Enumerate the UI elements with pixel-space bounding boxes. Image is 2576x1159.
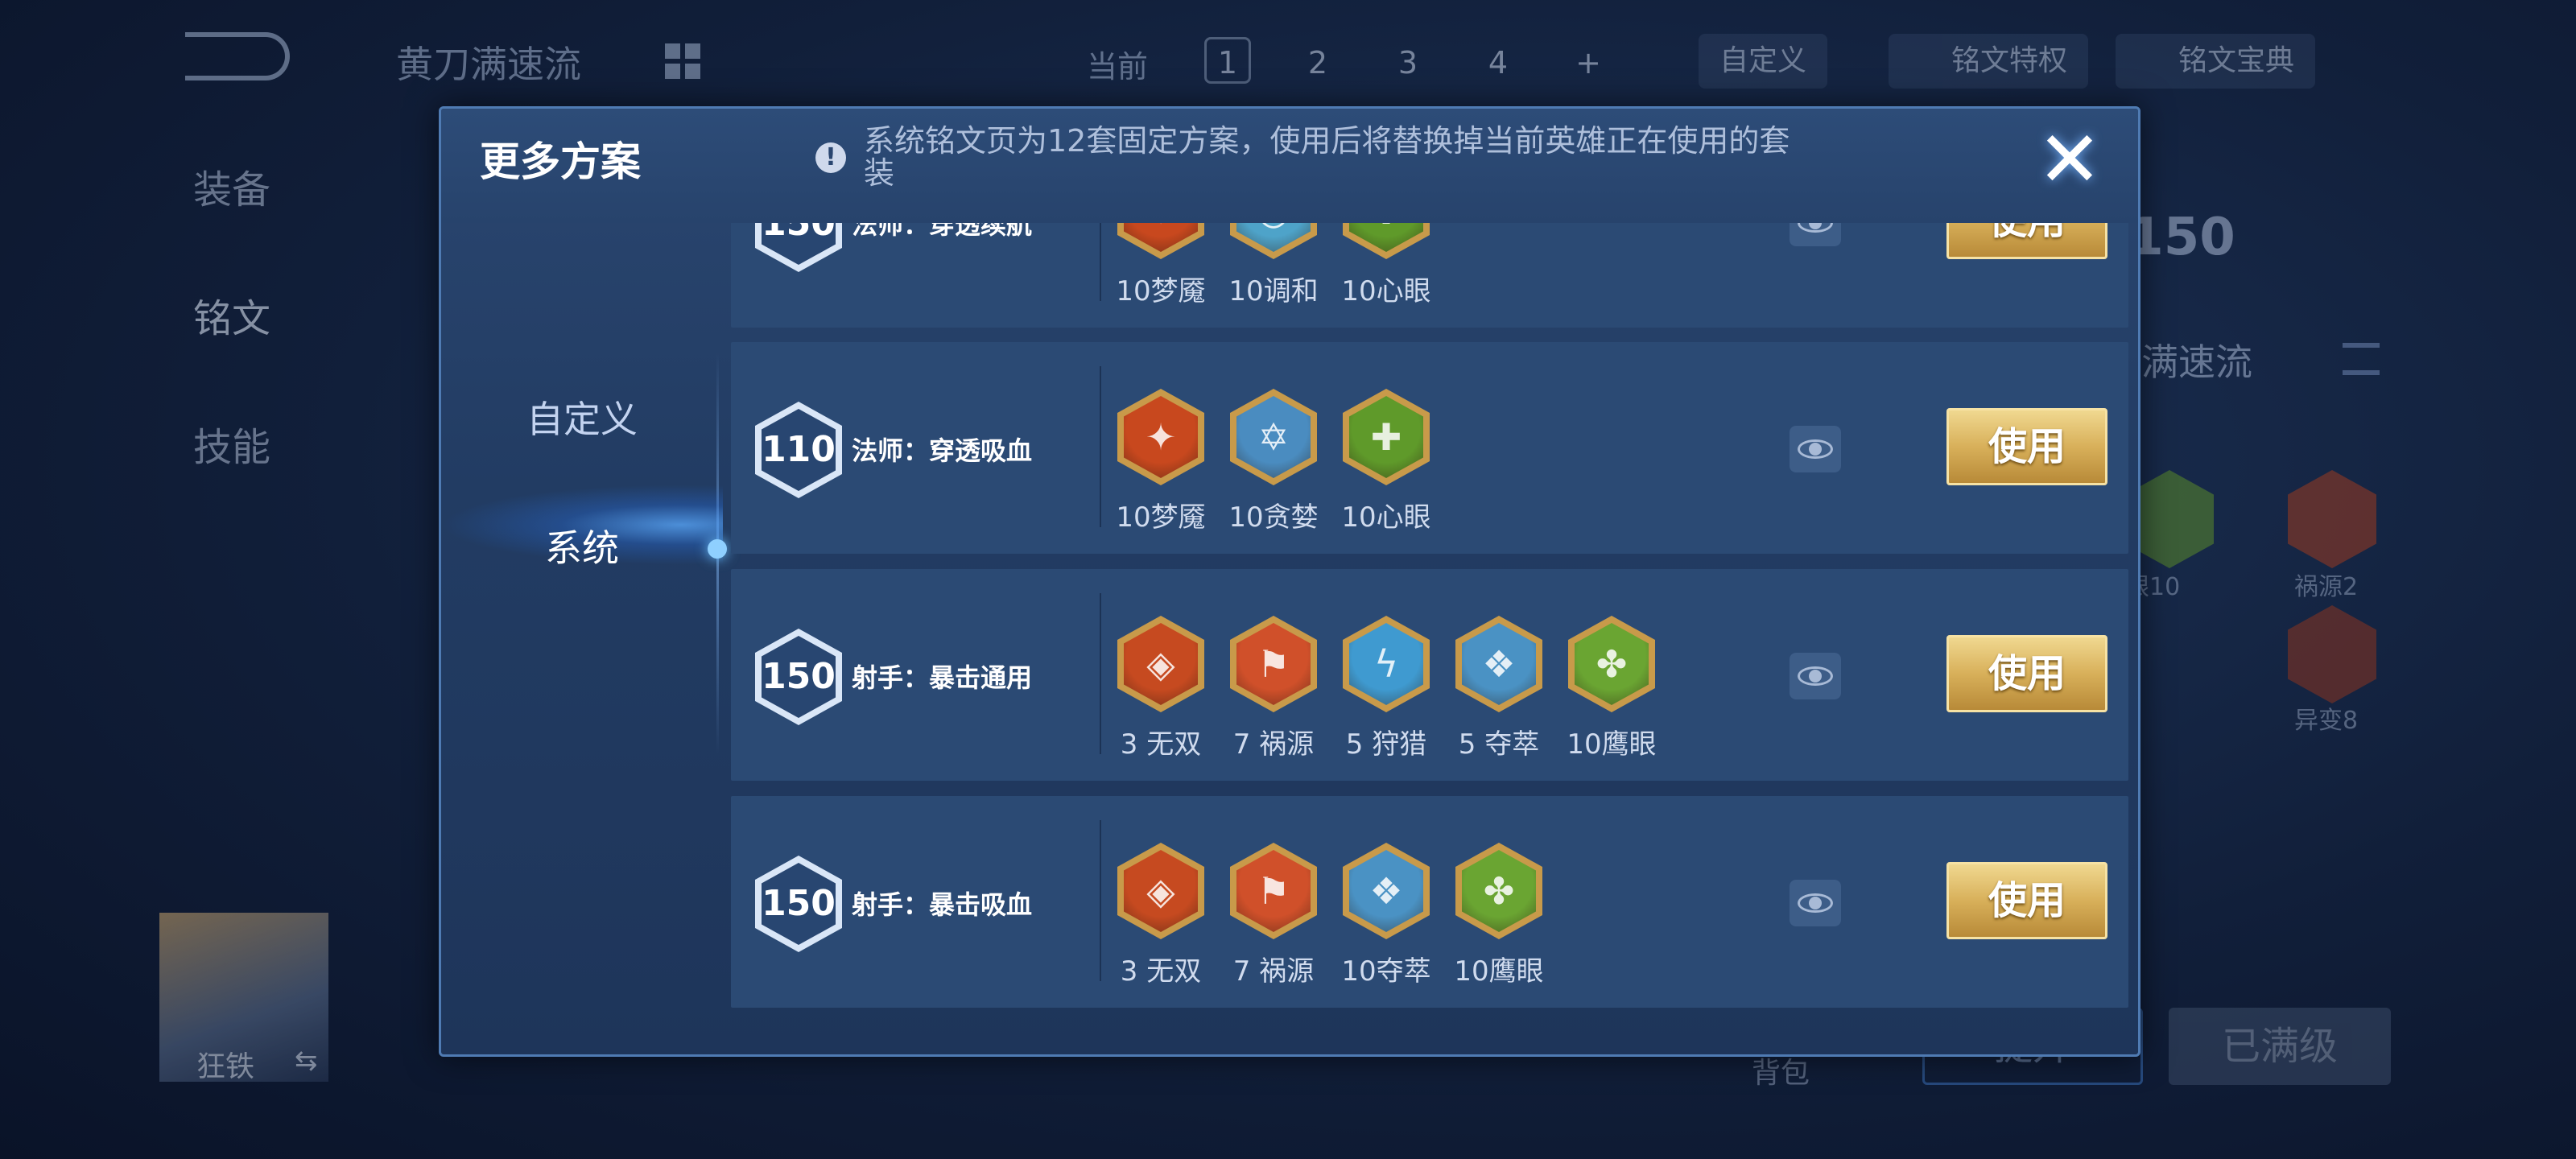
custom-button[interactable]: 自定义 (1699, 34, 1828, 89)
more-plans-modal: 更多方案 ! 系统铭文页为12套固定方案，使用后将替换掉当前英雄正在使用的套装 … (439, 106, 2140, 1057)
side-tab-skill[interactable]: 技能 (193, 415, 270, 472)
rune-codex-button[interactable]: 铭文宝典 (2116, 34, 2316, 89)
harmony-rune-icon: ◎ (1236, 223, 1311, 252)
hawkeye-rune-icon: ✤ (1575, 623, 1649, 705)
level-badge: 150 (755, 629, 842, 725)
preview-button[interactable] (1790, 223, 1841, 246)
rune-label: 10心眼 (1341, 275, 1431, 307)
nightmare-rune-icon: ✦ (1124, 223, 1198, 252)
use-button[interactable]: 使用 (1946, 223, 2107, 259)
modal-title: 更多方案 (480, 138, 641, 185)
rune-slot: ✤ 10鹰眼 (1454, 843, 1544, 988)
rune-count-label: 祸源2 (2294, 573, 2359, 601)
page-tab-2[interactable]: 2 (1294, 37, 1341, 84)
page-tab-3[interactable]: 3 (1385, 37, 1431, 84)
level-badge: 150 (755, 856, 842, 952)
level-badge: 110 (755, 402, 842, 498)
use-button[interactable]: 使用 (1946, 635, 2107, 712)
plan-list[interactable]: 150 法师：穿透续航 ✦ 10梦魇 ◎ 10调和 ✚ 10心眼 使用 110 … (731, 223, 2132, 1052)
page-tab-4[interactable]: 4 (1475, 37, 1521, 84)
modal-sidebar: 自定义 系统 (441, 223, 727, 1052)
preview-button[interactable] (1790, 653, 1841, 699)
rune-label: 10鹰眼 (1567, 728, 1657, 761)
plan-row: 150 法师：穿透续航 ✦ 10梦魇 ◎ 10调和 ✚ 10心眼 使用 (731, 223, 2128, 328)
plan-row: 150 射手：暴击通用 ◈ 3 无双 ⚑ 7 祸源 ϟ 5 狩猎 ❖ 5 夺萃 … (731, 569, 2128, 781)
use-button[interactable]: 使用 (1946, 408, 2107, 485)
use-button[interactable]: 使用 (1946, 862, 2107, 939)
rune-slot: ◈ 3 无双 (1117, 843, 1204, 988)
back-arrow-icon[interactable] (185, 32, 290, 80)
menu-icon[interactable] (2343, 343, 2380, 375)
plan-name: 射手：暴击吸血 (852, 889, 1033, 920)
calamity-rune-icon: ⚑ (1236, 623, 1311, 705)
rune-slot: ✚ 10心眼 (1341, 223, 1431, 307)
sidebar-item-system[interactable]: 系统 (441, 519, 723, 572)
hawkeye-rune-icon: ✤ (1462, 850, 1536, 932)
modal-header: 更多方案 ! 系统铭文页为12套固定方案，使用后将替换掉当前英雄正在使用的套装 … (441, 109, 2138, 223)
side-tab-rune[interactable]: 铭文 (193, 287, 270, 343)
rune-slot: ✦ 10梦魇 (1116, 223, 1206, 307)
insight-rune-icon: ✚ (1349, 396, 1423, 478)
side-tab-equipment[interactable]: 装备 (193, 158, 270, 214)
loadout-title-right: 满速流 (2141, 340, 2252, 384)
plan-row: 110 法师：穿透吸血 ✦ 10梦魇 ✡ 10贪婪 ✚ 10心眼 使用 (731, 342, 2128, 554)
rune-slot: ❖ 10夺萃 (1341, 843, 1431, 988)
plan-row: 150 射手：暴击吸血 ◈ 3 无双 ⚑ 7 祸源 ❖ 10夺萃 ✤ 10鹰眼 … (731, 796, 2128, 1008)
rune-label: 10鹰眼 (1454, 955, 1544, 988)
rune-slot: ϟ 5 狩猎 (1343, 616, 1430, 761)
swap-icon[interactable]: ⇆ (295, 1045, 318, 1077)
sidebar-item-custom[interactable]: 自定义 (441, 390, 723, 443)
plunder-rune-icon: ❖ (1462, 623, 1536, 705)
grid-icon[interactable] (665, 43, 700, 79)
rune-slot: ◎ 10调和 (1228, 223, 1319, 307)
rune-icon-bg (2288, 605, 2376, 703)
plan-name: 射手：暴击通用 (852, 662, 1033, 693)
rune-slot: ✦ 10梦魇 (1116, 389, 1206, 534)
rune-label: 10心眼 (1341, 501, 1431, 534)
greed-rune-icon: ✡ (1236, 396, 1311, 478)
rune-icon-bg (2288, 470, 2376, 568)
hunt-rune-icon: ϟ (1349, 623, 1423, 705)
maxed-button[interactable]: 已满级 (2169, 1008, 2391, 1085)
calamity-rune-icon: ⚑ (1236, 850, 1311, 932)
page-tab-1[interactable]: 1 (1204, 37, 1251, 84)
insight-rune-icon: ✚ (1349, 223, 1423, 252)
rune-count-label: 异变8 (2294, 707, 2359, 735)
add-page-button[interactable]: + (1565, 37, 1612, 84)
rune-slot: ✤ 10鹰眼 (1567, 616, 1657, 761)
rune-slot: ❖ 5 夺萃 (1455, 616, 1542, 761)
loadout-title[interactable]: 黄刀满速流 (396, 35, 581, 89)
rune-slot: ⚑ 7 祸源 (1230, 616, 1317, 761)
plan-name: 法师：穿透吸血 (852, 435, 1033, 466)
preview-button[interactable] (1790, 426, 1841, 472)
peerless-rune-icon: ◈ (1124, 623, 1198, 705)
plunder-rune-icon: ❖ (1349, 850, 1423, 932)
rune-slot: ✚ 10心眼 (1341, 389, 1431, 534)
level-badge: 150 (755, 223, 842, 272)
plan-name: 法师：穿透续航 (852, 223, 1033, 240)
rune-slot: ◈ 3 无双 (1117, 616, 1204, 761)
rune-slot: ⚑ 7 祸源 (1230, 843, 1317, 988)
info-icon: ! (815, 142, 846, 173)
notice-text: 系统铭文页为12套固定方案，使用后将替换掉当前英雄正在使用的套装 (864, 123, 1790, 191)
peerless-rune-icon: ◈ (1124, 850, 1198, 932)
rune-slot: ✡ 10贪婪 (1228, 389, 1319, 534)
preview-button[interactable] (1790, 880, 1841, 926)
nightmare-rune-icon: ✦ (1124, 396, 1198, 478)
hero-name: 狂铁 (196, 1050, 255, 1083)
rune-privilege-button[interactable]: 铭文特权 (1889, 34, 2089, 89)
close-icon: ✕ (2037, 114, 2103, 204)
close-button[interactable]: ✕ (2037, 121, 2103, 198)
current-label: 当前 (1087, 49, 1149, 85)
